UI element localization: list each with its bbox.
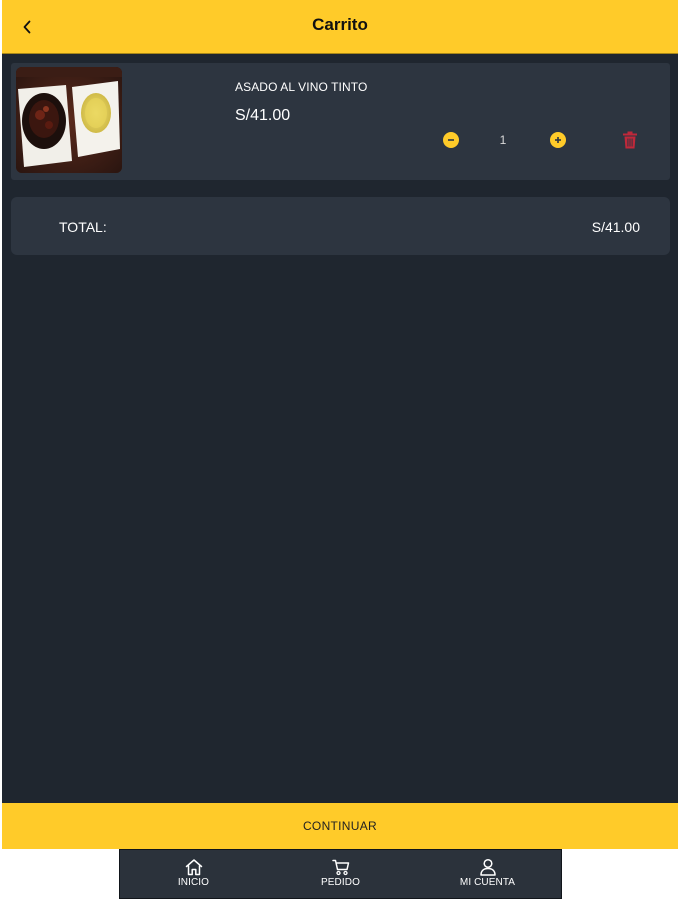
nav-label-inicio: INICIO xyxy=(177,877,210,888)
cart-item: ASADO AL VINO TINTO S/41.00 1 xyxy=(11,63,670,180)
total-value: S/41.00 xyxy=(591,219,640,235)
continue-button[interactable]: CONTINUAR xyxy=(2,803,678,849)
item-price: S/41.00 xyxy=(235,107,291,124)
user-icon xyxy=(479,858,496,876)
total-summary: TOTAL: S/41.00 xyxy=(11,197,670,255)
app-screen: Carrito ASADO AL VINO TINTO S/41.00 1 TO… xyxy=(2,0,678,849)
increase-quantity-button[interactable] xyxy=(550,132,566,148)
bottom-nav: INICIO PEDIDO MI CUENTA xyxy=(119,849,562,899)
quantity-value: 1 xyxy=(499,133,507,147)
nav-item-pedido[interactable]: PEDIDO xyxy=(267,850,414,898)
nav-item-mi-cuenta[interactable]: MI CUENTA xyxy=(414,850,561,898)
product-photo xyxy=(16,67,122,173)
decrease-quantity-button[interactable] xyxy=(443,132,459,148)
header-bar: Carrito xyxy=(2,0,678,54)
minus-icon xyxy=(448,139,454,141)
home-icon xyxy=(185,859,202,876)
total-label: TOTAL: xyxy=(59,219,107,235)
item-name: ASADO AL VINO TINTO xyxy=(235,80,368,94)
trash-icon xyxy=(623,131,637,149)
page-title: Carrito xyxy=(312,15,368,34)
nav-item-inicio[interactable]: INICIO xyxy=(120,850,267,898)
delete-item-button[interactable] xyxy=(622,131,638,149)
plus-icon xyxy=(555,137,561,143)
product-image[interactable] xyxy=(16,67,122,173)
nav-label-mi-cuenta: MI CUENTA xyxy=(459,877,516,888)
cart-icon xyxy=(331,859,349,876)
nav-label-pedido: PEDIDO xyxy=(321,877,360,888)
page: Carrito ASADO AL VINO TINTO S/41.00 1 TO… xyxy=(0,0,679,900)
